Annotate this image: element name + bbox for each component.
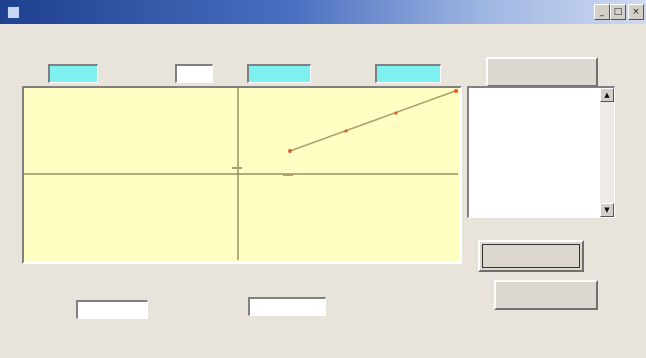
- field-2[interactable]: [175, 64, 213, 83]
- app-window: _ □ × ▲ ▼: [0, 0, 646, 358]
- results-list: [472, 91, 494, 141]
- list-item[interactable]: [472, 131, 494, 141]
- minimize-button[interactable]: _: [594, 4, 610, 20]
- regression-line: [289, 89, 459, 152]
- app-icon: [7, 6, 20, 19]
- field-4[interactable]: [375, 64, 441, 83]
- data-point: [454, 89, 458, 93]
- data-point: [394, 111, 398, 115]
- bottom-right-field[interactable]: [248, 297, 326, 316]
- plot-area: [22, 86, 462, 264]
- top-right-button[interactable]: [486, 57, 598, 87]
- field-1[interactable]: [48, 64, 98, 83]
- maximize-button[interactable]: □: [610, 4, 626, 20]
- field-3[interactable]: [247, 64, 311, 83]
- list-item[interactable]: [472, 121, 494, 131]
- bottom-right-button[interactable]: [494, 280, 598, 310]
- list-item[interactable]: [472, 101, 494, 111]
- scroll-up-icon[interactable]: ▲: [600, 88, 614, 102]
- calculate-button[interactable]: [478, 240, 584, 272]
- list-item[interactable]: [472, 111, 494, 121]
- close-button[interactable]: ×: [628, 4, 644, 20]
- list-item[interactable]: [472, 91, 494, 101]
- results-listbox[interactable]: ▲ ▼: [467, 86, 615, 218]
- bottom-left-field[interactable]: [76, 300, 148, 319]
- data-point: [344, 129, 348, 133]
- title-bar[interactable]: _ □ ×: [0, 0, 646, 24]
- listbox-scrollbar[interactable]: ▲ ▼: [600, 88, 614, 217]
- plot-canvas: [24, 88, 459, 260]
- scroll-down-icon[interactable]: ▼: [600, 203, 614, 217]
- data-point: [288, 149, 292, 153]
